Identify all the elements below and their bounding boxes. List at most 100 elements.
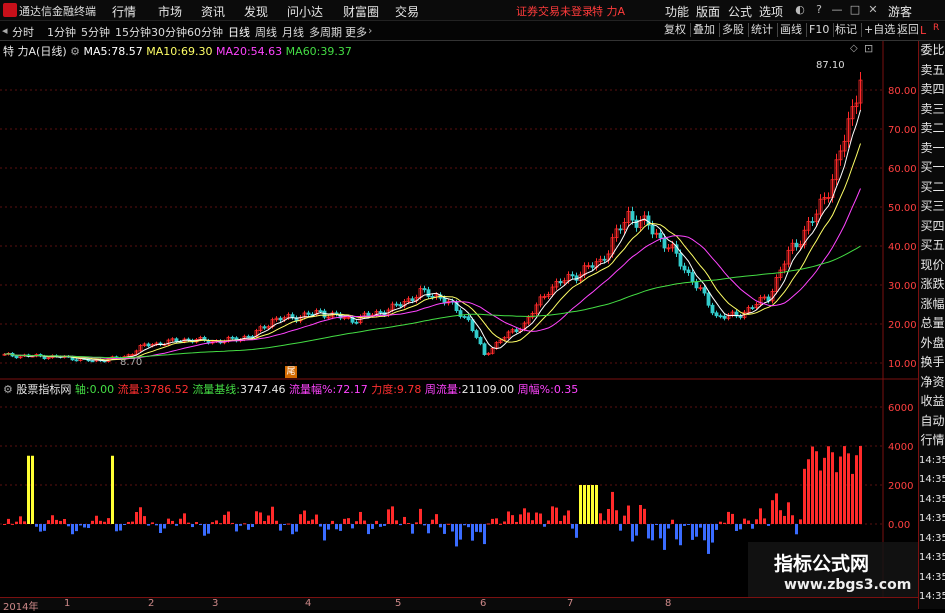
menu-wealth[interactable]: 财富圈 bbox=[343, 3, 379, 20]
panel-l-icon[interactable]: L bbox=[920, 24, 926, 37]
more-chevron-icon[interactable]: › bbox=[368, 24, 372, 37]
flow-bar bbox=[731, 513, 734, 524]
tool-mark[interactable]: 标记 bbox=[831, 23, 862, 37]
side-panel-item[interactable]: 净资 bbox=[919, 373, 945, 393]
side-panel-item[interactable]: 14:35 bbox=[919, 451, 945, 471]
flow-bar bbox=[631, 524, 634, 542]
flow-bar bbox=[827, 446, 830, 524]
side-panel-item[interactable]: 委比 bbox=[919, 41, 945, 61]
side-panel-item[interactable]: 收益 bbox=[919, 392, 945, 412]
flow-bar bbox=[479, 524, 482, 533]
tool-drawing[interactable]: 画线 bbox=[776, 23, 807, 37]
tool-overlay[interactable]: 叠加 bbox=[689, 23, 720, 37]
flow-bar bbox=[91, 520, 94, 524]
side-panel-item[interactable]: 14:35 bbox=[919, 587, 945, 607]
flow-bar bbox=[427, 524, 430, 534]
menu-discover[interactable]: 发现 bbox=[244, 3, 268, 20]
side-panel-item[interactable]: 14:35 bbox=[919, 490, 945, 510]
menu-function[interactable]: 功能 bbox=[665, 3, 689, 20]
flow-bar bbox=[223, 514, 226, 524]
menu-formula[interactable]: 公式 bbox=[728, 3, 752, 20]
flow-bar bbox=[779, 510, 782, 524]
flow-bar bbox=[551, 506, 554, 524]
login-status[interactable]: 证券交易未登录 bbox=[516, 3, 593, 19]
side-panel-item[interactable]: 买四 bbox=[919, 217, 945, 237]
flow-bar bbox=[531, 520, 534, 524]
flow-bar bbox=[67, 524, 70, 527]
side-panel-item[interactable]: 14:35 bbox=[919, 548, 945, 568]
tool-multi-stock[interactable]: 多股 bbox=[718, 23, 749, 37]
panel-r-icon[interactable]: R bbox=[933, 23, 939, 33]
menu-news[interactable]: 资讯 bbox=[201, 3, 225, 20]
period-30min[interactable]: 30分钟 bbox=[151, 24, 187, 40]
close-icon[interactable]: ✕ bbox=[867, 4, 879, 16]
flow-bar bbox=[307, 520, 310, 524]
toolbar-arrow-icon[interactable]: ◂ bbox=[2, 24, 8, 37]
side-panel-item[interactable]: 买三 bbox=[919, 197, 945, 217]
price-tick-label: 70.00 bbox=[888, 125, 917, 136]
side-panel-item[interactable]: 自动 bbox=[919, 412, 945, 432]
event-marker[interactable]: 尾 bbox=[285, 366, 297, 378]
side-panel-item[interactable]: 14:35 bbox=[919, 529, 945, 549]
period-5min[interactable]: 5分钟 bbox=[81, 24, 110, 40]
menu-layout[interactable]: 版面 bbox=[696, 3, 720, 20]
menu-options[interactable]: 选项 bbox=[759, 3, 783, 20]
menu-trade[interactable]: 交易 bbox=[395, 3, 419, 20]
flow-bar bbox=[839, 456, 842, 524]
period-1min[interactable]: 1分钟 bbox=[47, 24, 76, 40]
flow-bar bbox=[55, 519, 58, 524]
skin-icon[interactable]: ◐ bbox=[794, 4, 806, 16]
help-icon[interactable]: ? bbox=[813, 4, 825, 16]
flow-bar bbox=[115, 524, 118, 532]
flow-bar bbox=[95, 515, 98, 524]
period-monthly[interactable]: 月线 bbox=[282, 24, 304, 40]
period-multi[interactable]: 多周期 bbox=[309, 24, 342, 40]
side-panel-item[interactable]: 卖一 bbox=[919, 139, 945, 159]
candle-body bbox=[694, 281, 699, 289]
side-panel-item[interactable]: 外盘 bbox=[919, 334, 945, 354]
flow-bar bbox=[207, 524, 210, 534]
period-15min[interactable]: 15分钟 bbox=[115, 24, 151, 40]
side-panel-item[interactable]: 14:35 bbox=[919, 568, 945, 588]
side-panel-item[interactable]: 卖五 bbox=[919, 61, 945, 81]
period-daily[interactable]: 日线 bbox=[228, 24, 250, 40]
menu-ask[interactable]: 问小达 bbox=[287, 3, 323, 20]
menu-market[interactable]: 市场 bbox=[158, 3, 182, 20]
tool-restore-rights[interactable]: 复权 bbox=[660, 23, 691, 37]
side-panel-item[interactable]: 涨幅 bbox=[919, 295, 945, 315]
minimize-icon[interactable]: — bbox=[831, 4, 843, 16]
menu-quotes[interactable]: 行情 bbox=[112, 3, 136, 20]
period-more[interactable]: 更多 bbox=[345, 24, 367, 40]
flow-bar bbox=[743, 518, 746, 524]
period-60min[interactable]: 60分钟 bbox=[187, 24, 223, 40]
watermark-title: 指标公式网 bbox=[774, 553, 870, 575]
side-panel-item[interactable]: 买一 bbox=[919, 158, 945, 178]
candle-body bbox=[750, 307, 755, 309]
side-panel-item[interactable]: 买五 bbox=[919, 236, 945, 256]
side-panel-item[interactable]: 现价 bbox=[919, 256, 945, 276]
kline-chart[interactable]: 80.00 70.00 60.00 50.00 40.00 30.00 20.00 10.00… bbox=[0, 41, 918, 597]
panel-toggle[interactable]: L R bbox=[918, 22, 945, 40]
side-panel-item[interactable]: 14:35 bbox=[919, 509, 945, 529]
side-panel-item[interactable]: 买二 bbox=[919, 178, 945, 198]
guest-label[interactable]: 游客 bbox=[888, 3, 912, 20]
side-panel-item[interactable]: 卖三 bbox=[919, 100, 945, 120]
side-panel-item[interactable]: 卖四 bbox=[919, 80, 945, 100]
flow-bar bbox=[167, 518, 170, 524]
maximize-icon[interactable]: □ bbox=[849, 4, 861, 16]
flow-bar bbox=[543, 524, 546, 527]
flow-bar bbox=[179, 518, 182, 524]
flow-bar bbox=[855, 455, 858, 524]
side-panel-item[interactable]: 行情 bbox=[919, 431, 945, 451]
tool-f10[interactable]: F10 bbox=[805, 23, 835, 37]
period-weekly[interactable]: 周线 bbox=[255, 24, 277, 40]
tool-statistics[interactable]: 统计 bbox=[747, 23, 778, 37]
candle-body bbox=[394, 303, 399, 306]
side-panel-item[interactable]: 涨跌 bbox=[919, 275, 945, 295]
side-panel-item[interactable]: 总量 bbox=[919, 314, 945, 334]
period-tick[interactable]: 分时 bbox=[12, 24, 34, 40]
side-panel-item[interactable]: 卖二 bbox=[919, 119, 945, 139]
side-panel-item[interactable]: 换手 bbox=[919, 353, 945, 373]
side-panel-item[interactable]: 14:35 bbox=[919, 470, 945, 490]
flow-bar bbox=[511, 515, 514, 524]
